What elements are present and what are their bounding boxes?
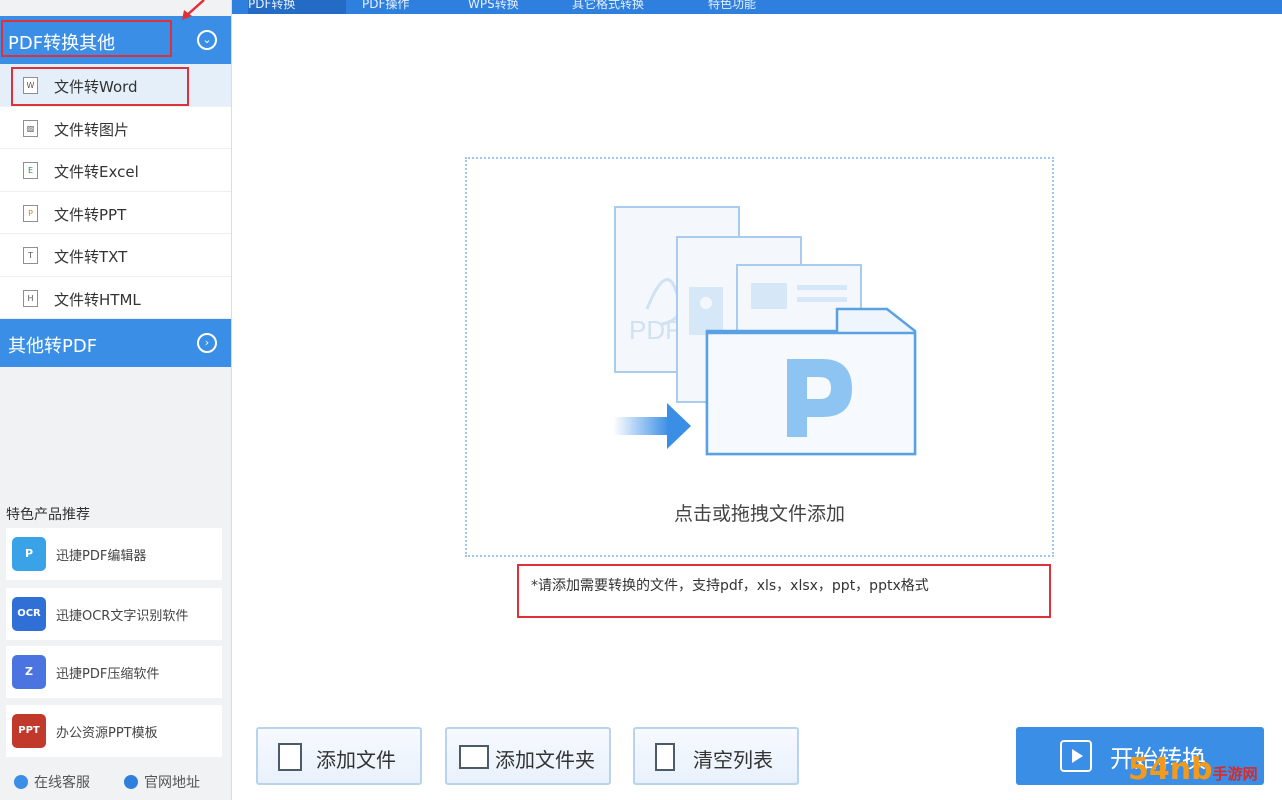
add-file-button[interactable]: 添加文件 <box>256 727 422 785</box>
play-icon <box>1060 740 1092 772</box>
sidebar-item-label: 文件转TXT <box>54 248 128 266</box>
ppt-file-icon: P <box>23 204 38 222</box>
product-label: 迅捷PDF编辑器 <box>56 549 147 564</box>
sidebar-item-to-excel[interactable]: E 文件转Excel <box>0 149 231 192</box>
trash-icon <box>655 743 675 771</box>
featured-products-title: 特色产品推荐 <box>6 507 90 523</box>
txt-file-icon: T <box>23 247 38 264</box>
product-label: 迅捷PDF压缩软件 <box>56 667 160 682</box>
sidebar-item-label: 文件转Excel <box>54 163 139 181</box>
tab-pdf-convert[interactable]: PDF转换 <box>248 0 346 14</box>
add-folder-label: 添加文件夹 <box>495 748 595 772</box>
watermark-main: 54nb <box>1128 752 1213 787</box>
tab-other-format[interactable]: 其它格式转换 <box>572 0 682 14</box>
ocr-icon: OCR <box>12 597 46 631</box>
sidebar-item-to-txt[interactable]: T 文件转TXT <box>0 234 231 277</box>
online-service-link[interactable]: 在线客服 <box>14 772 90 792</box>
file-drop-zone[interactable]: PDF 点击或拖拽文件添加 <box>465 157 1054 557</box>
customer-service-icon <box>14 775 28 789</box>
sidebar-item-label: 文件转HTML <box>54 290 141 309</box>
chevron-right-icon[interactable]: › <box>197 333 217 353</box>
website-link[interactable]: 官网地址 <box>124 772 200 792</box>
tab-pdf-operate[interactable]: PDF操作 <box>362 0 442 14</box>
product-label: 办公资源PPT模板 <box>56 726 158 741</box>
product-ocr[interactable]: OCR 迅捷OCR文字识别软件 <box>6 588 222 640</box>
site-watermark: 54nb手游网 <box>1128 752 1258 787</box>
sidebar-item-to-ppt[interactable]: P 文件转PPT <box>0 191 231 234</box>
chevron-down-icon[interactable]: ⌄ <box>197 30 217 50</box>
annotation-arrow-icon <box>182 0 205 20</box>
product-ppt-templates[interactable]: PPT 办公资源PPT模板 <box>6 705 222 757</box>
tab-wps-convert[interactable]: WPS转换 <box>468 0 548 14</box>
html-file-icon: H <box>23 289 38 307</box>
excel-file-icon: E <box>23 162 38 179</box>
sidebar-item-label: 文件转图片 <box>54 120 130 139</box>
product-label: 迅捷OCR文字识别软件 <box>56 609 189 624</box>
add-folder-button[interactable]: 添加文件夹 <box>445 727 611 785</box>
watermark-sub: 手游网 <box>1212 765 1258 783</box>
product-pdf-editor[interactable]: P 迅捷PDF编辑器 <box>6 528 222 580</box>
product-pdf-compress[interactable]: Z 迅捷PDF压缩软件 <box>6 646 222 698</box>
ppt-template-icon: PPT <box>12 714 46 748</box>
add-folder-icon <box>459 745 489 769</box>
sidebar-item-to-html[interactable]: H 文件转HTML <box>0 276 231 319</box>
add-file-icon <box>278 743 302 771</box>
browser-e-icon <box>124 775 138 789</box>
highlight-box-group <box>1 20 172 57</box>
sidebar: PDF转换其他 ⌄ W 文件转Word ▨ 文件转图片 E 文件转Excel P… <box>0 0 232 800</box>
add-files-illustration-icon: PDF <box>613 206 917 456</box>
image-file-icon: ▨ <box>23 119 38 137</box>
highlight-box-word <box>11 67 189 106</box>
clear-list-button[interactable]: 清空列表 <box>633 727 799 785</box>
sidebar-item-to-image[interactable]: ▨ 文件转图片 <box>0 106 231 149</box>
sidebar-item-label: 文件转PPT <box>54 205 127 224</box>
drop-instruction: 点击或拖拽文件添加 <box>673 503 845 525</box>
group-other-to-pdf[interactable]: 其他转PDF › <box>0 319 231 367</box>
tab-features[interactable]: 特色功能 <box>708 0 788 14</box>
online-service-label: 在线客服 <box>34 775 90 791</box>
pdf-editor-icon: P <box>12 537 46 571</box>
top-tab-bar: PDF转换 PDF操作 WPS转换 其它格式转换 特色功能 <box>232 0 1282 14</box>
group-other-to-pdf-label: 其他转PDF <box>8 336 98 357</box>
website-label: 官网地址 <box>144 775 200 791</box>
pdf-compress-icon: Z <box>12 655 46 689</box>
add-file-label: 添加文件 <box>316 748 396 772</box>
clear-list-label: 清空列表 <box>693 748 773 772</box>
supported-formats-hint: *请添加需要转换的文件，支持pdf，xls，xlsx，ppt，pptx格式 <box>531 578 929 594</box>
